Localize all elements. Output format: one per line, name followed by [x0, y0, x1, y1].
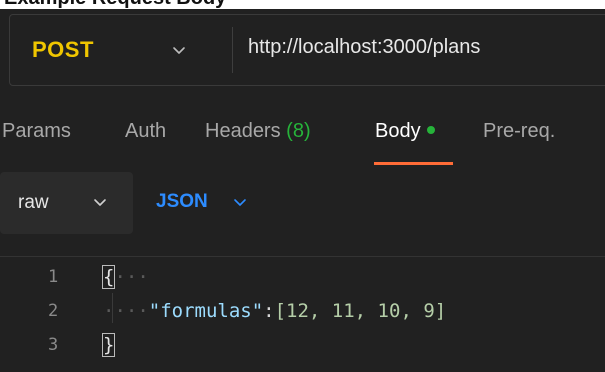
line-number: 1 [48, 267, 59, 287]
method-select[interactable]: POST [10, 15, 220, 85]
line-number: 2 [48, 301, 59, 321]
line-number: 3 [48, 335, 59, 355]
body-editor[interactable]: 1 {··· 2 ····"formulas":[12, 11, 10, 9] … [0, 256, 605, 372]
url-divider [232, 27, 233, 73]
headers-count: (8) [286, 120, 311, 142]
request-tabs: Params Auth Headers (8) Body Pre-req. [0, 112, 605, 165]
code-line: {··· [101, 265, 149, 289]
colon: : [263, 300, 275, 322]
body-type-row: raw JSON [0, 172, 605, 234]
tab-auth-label: Auth [125, 120, 167, 142]
tab-pre-request[interactable]: Pre-req. [483, 120, 555, 143]
editor-line: 1 {··· [0, 261, 605, 295]
tab-headers[interactable]: Headers (8) [205, 120, 311, 143]
chevron-down-icon [94, 199, 106, 206]
close-brace: } [101, 333, 116, 357]
whitespace-marks: ··· [114, 266, 149, 288]
url-input[interactable]: http://localhost:3000/plans [248, 36, 480, 59]
tab-headers-label: Headers [205, 120, 281, 142]
tab-params[interactable]: Params [2, 120, 71, 143]
tab-pre-request-label: Pre-req. [483, 120, 556, 142]
request-url-bar: POST http://localhost:3000/plans [9, 14, 605, 86]
body-mode-select[interactable]: raw [0, 172, 133, 234]
tab-body-label: Body [375, 120, 421, 142]
body-language-select[interactable]: JSON [156, 191, 208, 213]
tab-body[interactable]: Body [375, 120, 435, 143]
body-status-dot [426, 125, 435, 134]
whitespace-marks: ···· [103, 300, 149, 322]
page-heading-strip: Example Request Body [0, 0, 605, 9]
chevron-down-icon [173, 47, 185, 54]
json-value: [12, 11, 10, 9] [274, 300, 447, 322]
tab-auth[interactable]: Auth [125, 120, 166, 143]
method-label: POST [32, 37, 94, 62]
tab-params-label: Params [2, 120, 71, 142]
page-heading: Example Request Body [4, 0, 226, 9]
chevron-down-icon[interactable] [232, 194, 248, 210]
body-mode-label: raw [18, 192, 49, 213]
code-line: ····"formulas":[12, 11, 10, 9] [103, 300, 446, 322]
open-brace: { [101, 265, 116, 289]
active-tab-indicator [374, 162, 453, 165]
editor-line: 3 } [0, 329, 605, 363]
code-line: } [101, 333, 116, 357]
editor-line: 2 ····"formulas":[12, 11, 10, 9] [0, 295, 605, 329]
json-key: "formulas" [148, 300, 264, 322]
